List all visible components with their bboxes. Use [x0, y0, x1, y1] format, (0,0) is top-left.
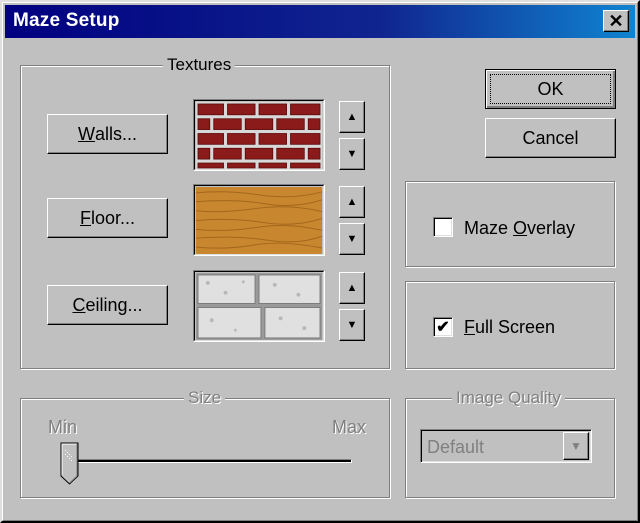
close-icon: ✕	[608, 10, 624, 31]
floor-down-button[interactable]: ▼	[339, 223, 365, 255]
ceiling-up-button[interactable]: ▲	[339, 272, 365, 304]
down-arrow-icon: ▼	[346, 148, 358, 160]
window-title: Maze Setup	[13, 10, 120, 31]
down-arrow-icon: ▼	[346, 233, 358, 245]
walls-button-accel: W	[77, 123, 95, 144]
brick-texture	[196, 102, 322, 169]
check-icon: ✔	[436, 319, 450, 336]
ceiling-button-label: eiling...	[85, 294, 143, 315]
walls-button-label: alls...	[94, 123, 137, 144]
maze-overlay-label-rest: verlay	[527, 218, 576, 238]
floor-button[interactable]: Floor...	[47, 198, 168, 238]
size-slider-thumb[interactable]	[60, 442, 80, 486]
walls-up-button[interactable]: ▲	[339, 101, 365, 133]
full-screen-label[interactable]: Full Screen	[464, 317, 555, 338]
cancel-button-label: Cancel	[522, 127, 579, 148]
maze-overlay-checkbox[interactable]	[433, 217, 453, 237]
textures-group-label: Textures	[163, 55, 236, 75]
size-group-label: Size	[184, 388, 226, 408]
ceiling-button-accel: C	[72, 294, 86, 315]
cancel-button[interactable]: Cancel	[485, 118, 616, 158]
ok-button[interactable]: OK	[485, 69, 616, 109]
floor-up-button[interactable]: ▲	[339, 186, 365, 218]
wood-texture	[196, 187, 322, 254]
maze-setup-dialog: Maze Setup ✕ Textures Walls... ▲ ▼ F loo…	[0, 0, 640, 523]
chevron-down-icon: ▼	[570, 439, 582, 453]
image-quality-group-label: Image Quality	[452, 388, 565, 408]
full-screen-checkbox[interactable]: ✔	[433, 317, 453, 337]
floor-button-label: loor...	[90, 207, 136, 228]
maze-overlay-label[interactable]: Maze Overlay	[464, 218, 575, 239]
walls-button[interactable]: Walls...	[47, 114, 168, 154]
ceiling-texture-preview	[193, 270, 325, 342]
size-slider-track	[68, 459, 352, 463]
up-arrow-icon: ▲	[346, 196, 358, 208]
size-max-label: Max	[332, 417, 367, 437]
walls-texture-preview	[193, 99, 325, 171]
ceiling-down-button[interactable]: ▼	[339, 309, 365, 341]
down-arrow-icon: ▼	[346, 319, 358, 331]
up-arrow-icon: ▲	[346, 111, 358, 123]
dropdown-button[interactable]: ▼	[563, 432, 589, 460]
image-quality-select[interactable]: Default ▼	[420, 429, 592, 463]
walls-down-button[interactable]: ▼	[339, 138, 365, 170]
floor-button-accel: F	[79, 207, 91, 228]
ceiling-button[interactable]: Ceiling...	[47, 285, 168, 325]
maze-overlay-label-accel: O	[513, 218, 528, 238]
stone-texture	[196, 273, 322, 340]
title-bar[interactable]: Maze Setup ✕	[5, 5, 635, 38]
close-button[interactable]: ✕	[603, 10, 629, 32]
full-screen-label-accel: F	[464, 317, 475, 337]
size-min-label: Min	[48, 417, 78, 437]
full-screen-label-rest: ull Screen	[475, 317, 556, 337]
floor-texture-preview	[193, 184, 325, 256]
image-quality-value: Default	[427, 437, 485, 457]
maze-overlay-label-pre: Maze	[464, 218, 514, 238]
up-arrow-icon: ▲	[346, 282, 358, 294]
